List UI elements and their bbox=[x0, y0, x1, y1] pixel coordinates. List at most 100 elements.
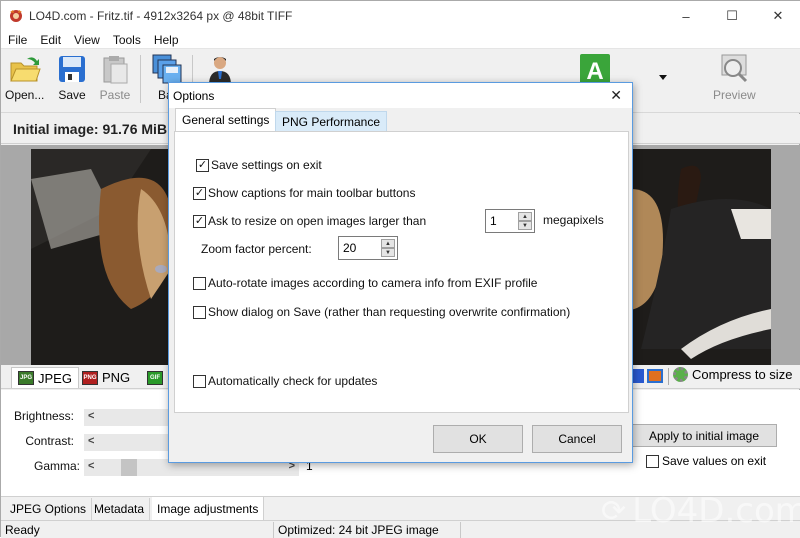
slider-left-arrow-icon[interactable]: < bbox=[88, 460, 94, 472]
format-tab-jpeg[interactable]: JPG JPEG bbox=[11, 367, 79, 388]
checkbox-icon[interactable] bbox=[193, 374, 206, 388]
cancel-button[interactable]: Cancel bbox=[532, 425, 622, 453]
checkbox-icon[interactable] bbox=[646, 454, 659, 468]
show-dialog-on-save-checkbox[interactable]: Show dialog on Save (rather than request… bbox=[193, 305, 570, 319]
zoom-factor-label: Zoom factor percent: bbox=[201, 242, 312, 256]
close-button[interactable]: ✕ bbox=[755, 1, 800, 31]
preview-button[interactable]: Preview bbox=[713, 53, 756, 109]
gear-icon bbox=[673, 367, 688, 382]
compress-to-size-button[interactable]: Compress to size bbox=[673, 367, 792, 382]
svg-text:A: A bbox=[586, 58, 603, 85]
maximize-button[interactable]: ☐ bbox=[709, 1, 755, 31]
format-tab-gif[interactable]: GIF bbox=[141, 367, 169, 388]
format-tab-label: JPEG bbox=[38, 370, 72, 386]
watermark-logo-icon: ⟳ bbox=[601, 493, 627, 529]
show-captions-checkbox[interactable]: ✓ Show captions for main toolbar buttons bbox=[193, 186, 415, 200]
open-label: Open... bbox=[5, 88, 45, 102]
ask-resize-checkbox[interactable]: ✓ Ask to resize on open images larger th… bbox=[193, 214, 426, 228]
save-values-label: Save values on exit bbox=[662, 454, 767, 468]
slider-left-arrow-icon[interactable]: < bbox=[88, 435, 94, 447]
preview-label: Preview bbox=[713, 88, 756, 102]
tab-metadata[interactable]: Metadata bbox=[89, 498, 151, 520]
auto-rotate-checkbox[interactable]: Auto-rotate images according to camera i… bbox=[193, 276, 537, 290]
megapixels-value: 1 bbox=[490, 214, 497, 228]
spin-down-icon[interactable]: ▼ bbox=[518, 221, 532, 230]
zoom-factor-spinner[interactable]: 20 ▲ ▼ bbox=[338, 236, 398, 260]
option-label: Auto-rotate images according to camera i… bbox=[208, 276, 538, 290]
checkbox-checked-icon[interactable]: ✓ bbox=[193, 214, 206, 228]
spin-down-icon[interactable]: ▼ bbox=[381, 248, 395, 257]
tab-png-performance[interactable]: PNG Performance bbox=[275, 111, 388, 131]
dialog-title: Options bbox=[173, 88, 215, 103]
format-tab-label: PNG bbox=[102, 370, 131, 385]
save-values-on-exit-checkbox[interactable]: Save values on exit bbox=[646, 454, 766, 468]
save-button[interactable]: Save bbox=[56, 53, 88, 109]
tab-general-settings[interactable]: General settings bbox=[175, 108, 277, 131]
slider-thumb[interactable] bbox=[121, 459, 137, 476]
open-button[interactable]: Open... bbox=[5, 53, 44, 109]
gamma-label: Gamma: bbox=[33, 459, 80, 473]
option-label: Show captions for main toolbar buttons bbox=[208, 186, 416, 200]
format-dropdown-arrow-icon[interactable] bbox=[659, 75, 667, 80]
checkbox-checked-icon[interactable]: ✓ bbox=[193, 186, 206, 200]
clipboard-icon bbox=[103, 56, 128, 84]
menu-edit[interactable]: Edit bbox=[35, 33, 66, 47]
menu-tools[interactable]: Tools bbox=[108, 33, 146, 47]
format-tab-png[interactable]: PNG PNG bbox=[76, 367, 136, 388]
preview-magnifier-icon bbox=[721, 54, 748, 83]
brightness-label: Brightness: bbox=[13, 409, 74, 423]
menu-view[interactable]: View bbox=[69, 33, 105, 47]
spin-up-icon[interactable]: ▲ bbox=[381, 239, 395, 248]
user-businessman-icon bbox=[209, 57, 231, 85]
ok-button[interactable]: OK bbox=[433, 425, 523, 453]
floppy-disk-icon bbox=[59, 56, 85, 82]
toolbar-separator bbox=[140, 55, 141, 103]
options-dialog: Options ✕ General settings PNG Performan… bbox=[168, 82, 633, 463]
save-label: Save bbox=[58, 88, 86, 102]
gif-file-icon: GIF bbox=[147, 370, 163, 385]
menu-file[interactable]: File bbox=[3, 33, 32, 47]
checkbox-icon[interactable] bbox=[193, 305, 206, 319]
title-bar: LO4D.com - Fritz.tif - 4912x3264 px @ 48… bbox=[1, 1, 800, 31]
dialog-title-bar: Options ✕ bbox=[169, 83, 632, 108]
option-label: Automatically check for updates bbox=[208, 374, 378, 388]
checkbox-icon[interactable] bbox=[193, 276, 206, 290]
apply-to-initial-image-button[interactable]: Apply to initial image bbox=[631, 424, 777, 447]
watermark-text: LO4D.com bbox=[632, 491, 800, 531]
initial-image-size: Initial image: 91.76 MiB bbox=[13, 121, 168, 137]
tab-jpeg-options[interactable]: JPEG Options bbox=[5, 498, 93, 520]
checkbox-checked-icon[interactable]: ✓ bbox=[196, 158, 209, 172]
option-label: Save settings on exit bbox=[211, 158, 322, 172]
status-separator bbox=[460, 522, 461, 538]
zoom-factor-value: 20 bbox=[343, 241, 357, 255]
paste-button[interactable]: Paste bbox=[99, 53, 131, 109]
batch-disks-icon bbox=[152, 54, 182, 84]
status-optimized: Optimized: 24 bit JPEG image bbox=[278, 523, 439, 537]
window-title: LO4D.com - Fritz.tif - 4912x3264 px @ 48… bbox=[29, 9, 293, 23]
app-window: LO4D.com - Fritz.tif - 4912x3264 px @ 48… bbox=[0, 0, 800, 538]
app-logo-icon bbox=[10, 10, 22, 22]
tool-icon[interactable] bbox=[632, 369, 644, 383]
status-separator bbox=[273, 522, 274, 538]
menu-help[interactable]: Help bbox=[149, 33, 184, 47]
spin-up-icon[interactable]: ▲ bbox=[518, 212, 532, 221]
option-label: Ask to resize on open images larger than bbox=[208, 214, 427, 228]
slider-left-arrow-icon[interactable]: < bbox=[88, 410, 94, 422]
status-ready: Ready bbox=[5, 523, 40, 537]
png-file-icon: PNG bbox=[82, 370, 98, 385]
save-settings-checkbox[interactable]: ✓ Save settings on exit bbox=[196, 158, 322, 172]
lo4d-watermark: ⟳ LO4D.com bbox=[601, 491, 800, 531]
menu-bar: File Edit View Tools Help bbox=[1, 31, 800, 49]
contrast-label: Contrast: bbox=[25, 434, 74, 448]
option-label: Show dialog on Save (rather than request… bbox=[208, 305, 571, 319]
jpeg-file-icon: JPG bbox=[18, 371, 34, 385]
general-settings-pane: ✓ Save settings on exit ✓ Show captions … bbox=[174, 131, 629, 413]
fit-screen-icon[interactable] bbox=[647, 369, 663, 383]
megapixels-spinner[interactable]: 1 ▲ ▼ bbox=[485, 209, 535, 233]
format-a-icon: A bbox=[580, 54, 610, 85]
auto-update-checkbox[interactable]: Automatically check for updates bbox=[193, 374, 377, 388]
tab-image-adjustments[interactable]: Image adjustments bbox=[152, 497, 265, 521]
minimize-button[interactable]: – bbox=[663, 1, 709, 31]
megapixels-unit: megapixels bbox=[543, 213, 604, 227]
dialog-close-icon[interactable]: ✕ bbox=[610, 87, 622, 104]
